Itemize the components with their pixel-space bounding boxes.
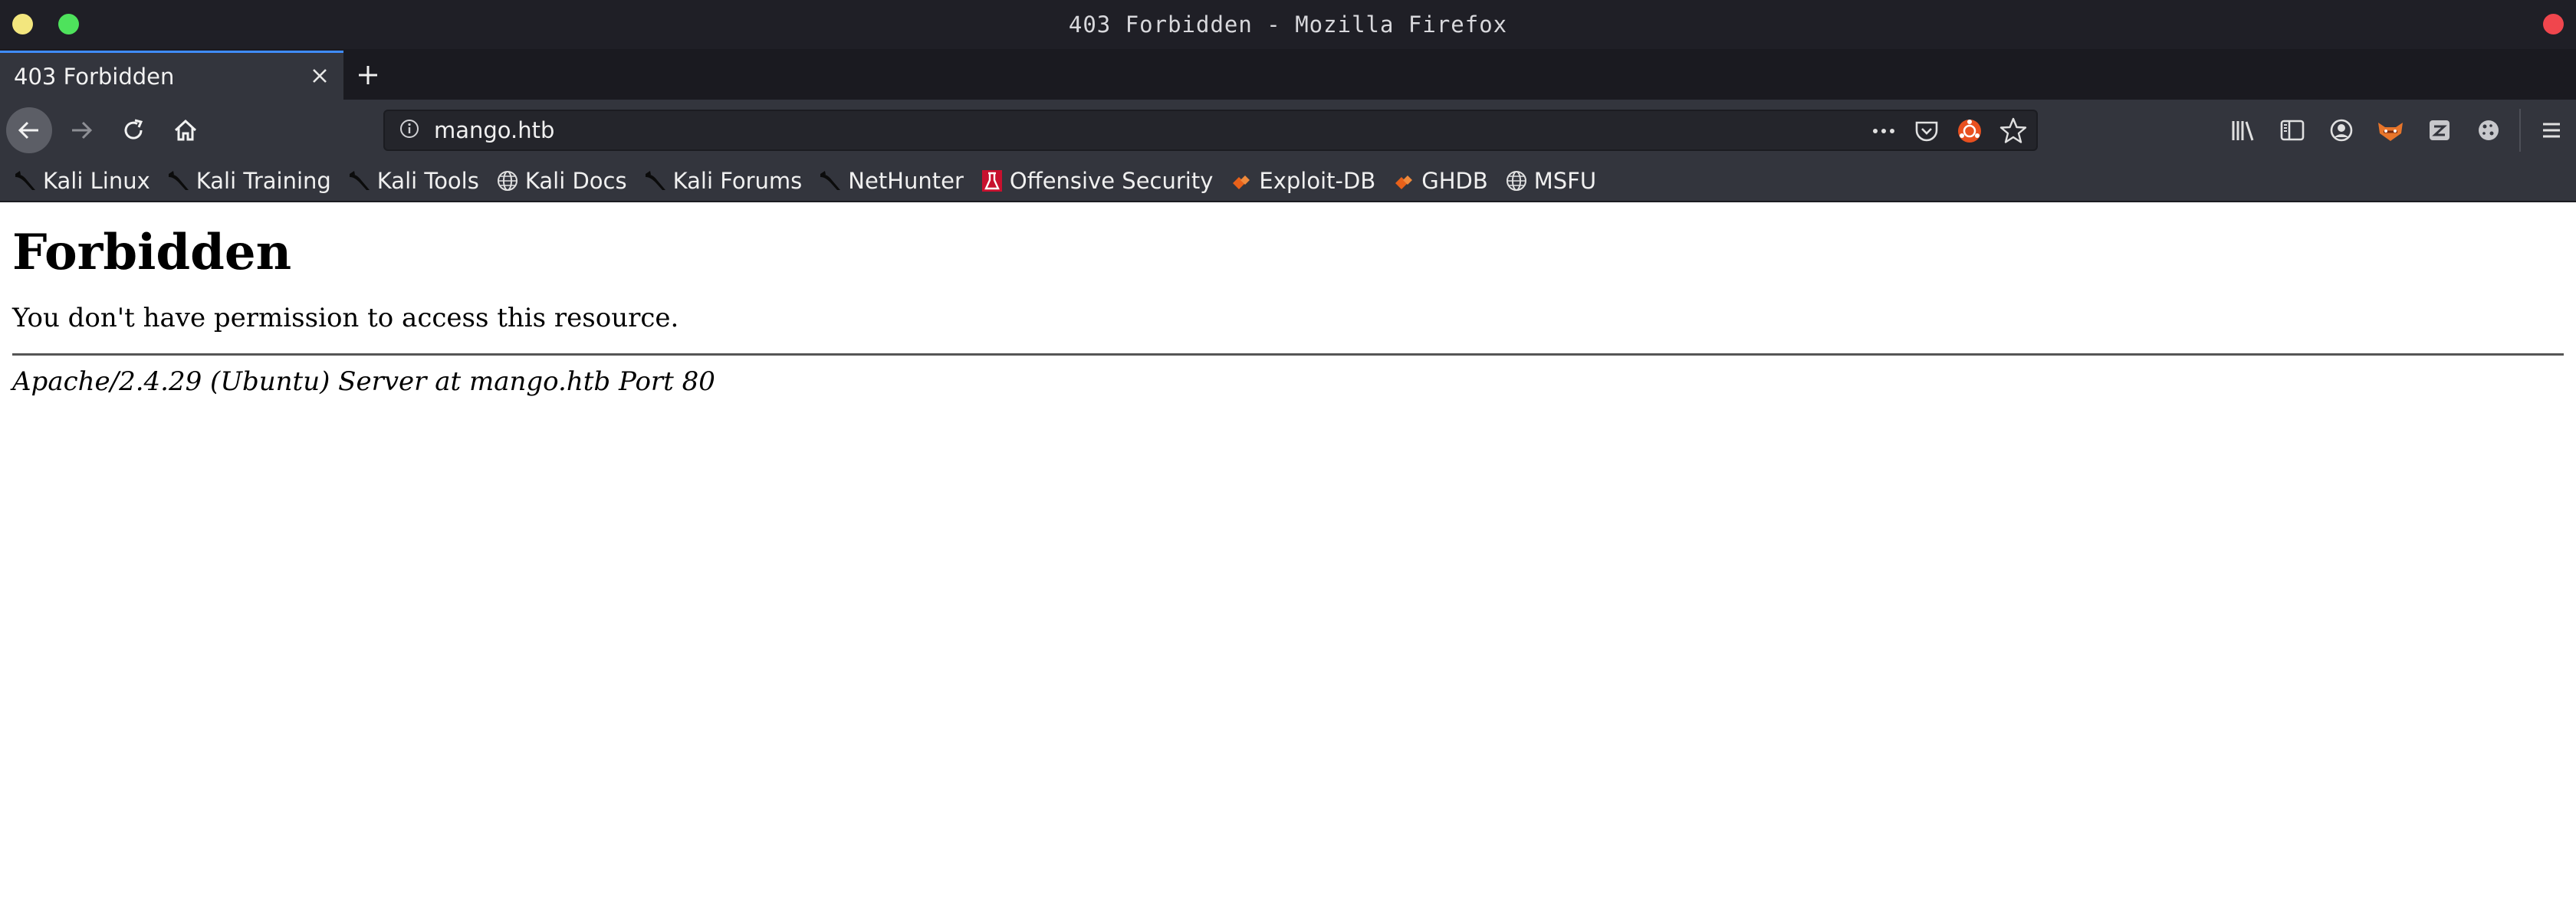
- sidebar-icon[interactable]: [2268, 107, 2317, 153]
- kali-dragon-icon: [348, 169, 371, 192]
- window-titlebar: 403 Forbidden - Mozilla Firefox: [0, 0, 2576, 49]
- error-message: You don't have permission to access this…: [12, 303, 679, 333]
- bookmark-star-icon[interactable]: [1999, 116, 2027, 149]
- kali-dragon-icon: [819, 169, 842, 192]
- tab-close-icon[interactable]: [307, 63, 333, 89]
- exploitdb-icon: [1392, 169, 1415, 192]
- bookmark-label: Kali Docs: [524, 168, 627, 194]
- bookmark-kali-tools[interactable]: Kali Tools: [348, 168, 479, 194]
- menu-icon[interactable]: [2527, 107, 2576, 153]
- bookmark-nethunter[interactable]: NetHunter: [819, 168, 964, 194]
- bookmark-kali-docs[interactable]: Kali Docs: [496, 168, 627, 194]
- back-icon: [18, 121, 38, 139]
- home-button[interactable]: [163, 107, 209, 153]
- url-text[interactable]: mango.htb: [434, 117, 554, 143]
- reload-button[interactable]: [110, 107, 156, 153]
- maximize-button[interactable]: [58, 14, 79, 34]
- address-bar[interactable]: mango.htb: [383, 110, 2038, 151]
- new-tab-button[interactable]: [343, 51, 393, 100]
- bookmark-label: Offensive Security: [1009, 168, 1214, 194]
- bookmark-label: Kali Linux: [43, 168, 150, 194]
- tab-strip: 403 Forbidden: [0, 49, 2576, 100]
- extension-icon[interactable]: [2415, 107, 2464, 153]
- tab-active[interactable]: 403 Forbidden: [0, 51, 343, 100]
- bookmark-exploit-db[interactable]: Exploit-DB: [1230, 168, 1375, 194]
- forward-icon: [72, 121, 93, 139]
- bookmark-msfu[interactable]: MSFU: [1505, 168, 1596, 194]
- close-window-button[interactable]: [2543, 14, 2564, 34]
- globe-icon: [1505, 169, 1528, 192]
- kali-dragon-icon: [14, 169, 37, 192]
- server-signature: Apache/2.4.29 (Ubuntu) Server at mango.h…: [12, 366, 715, 397]
- bookmark-kali-forums[interactable]: Kali Forums: [644, 168, 803, 194]
- offsec-icon: [981, 169, 1004, 193]
- account-icon[interactable]: [2317, 107, 2366, 153]
- bookmark-label: Exploit-DB: [1259, 168, 1376, 194]
- bookmark-label: MSFU: [1533, 168, 1597, 194]
- window-title: 403 Forbidden - Mozilla Firefox: [1068, 11, 1508, 38]
- bookmarks-toolbar: Kali Linux Kali Training Kali Tools Kali…: [0, 161, 2576, 202]
- page-heading: Forbidden: [12, 224, 292, 281]
- bookmark-kali-training[interactable]: Kali Training: [167, 168, 331, 194]
- home-icon: [174, 119, 197, 141]
- bookmark-kali-linux[interactable]: Kali Linux: [14, 168, 150, 194]
- minimize-button[interactable]: [12, 14, 33, 34]
- back-button[interactable]: [6, 107, 52, 153]
- cookie-icon[interactable]: [2464, 107, 2513, 153]
- reload-icon: [124, 119, 143, 139]
- bookmark-offensive-security[interactable]: Offensive Security: [981, 168, 1214, 194]
- bookmark-label: NetHunter: [848, 168, 964, 194]
- bookmark-label: Kali Tools: [376, 168, 479, 194]
- navigation-toolbar: mango.htb: [0, 100, 2576, 161]
- bookmark-label: GHDB: [1421, 168, 1488, 194]
- bookmark-label: Kali Forums: [672, 168, 803, 194]
- kali-dragon-icon: [167, 169, 190, 192]
- bookmark-ghdb[interactable]: GHDB: [1392, 168, 1488, 194]
- tab-title: 403 Forbidden: [14, 63, 175, 90]
- kali-dragon-icon: [644, 169, 667, 192]
- globe-icon: [496, 169, 519, 192]
- foxyproxy-icon[interactable]: [2366, 107, 2415, 153]
- firefox-window: 403 Forbidden - Mozilla Firefox 403 Forb…: [0, 0, 2576, 915]
- page-content: Forbidden You don't have permission to a…: [0, 202, 2576, 397]
- info-icon[interactable]: [399, 118, 420, 143]
- toolbar-separator: [2519, 109, 2521, 152]
- more-icon[interactable]: [1871, 116, 1897, 149]
- bookmark-label: Kali Training: [196, 168, 331, 194]
- toolbar-right-icons: [2219, 107, 2576, 153]
- forward-button[interactable]: [58, 107, 104, 153]
- plus-icon: [359, 66, 377, 84]
- ublock-icon[interactable]: [1957, 116, 1983, 149]
- exploitdb-icon: [1230, 169, 1253, 192]
- library-icon[interactable]: [2219, 107, 2268, 153]
- divider: [12, 353, 2564, 356]
- pocket-icon[interactable]: [1914, 116, 1940, 149]
